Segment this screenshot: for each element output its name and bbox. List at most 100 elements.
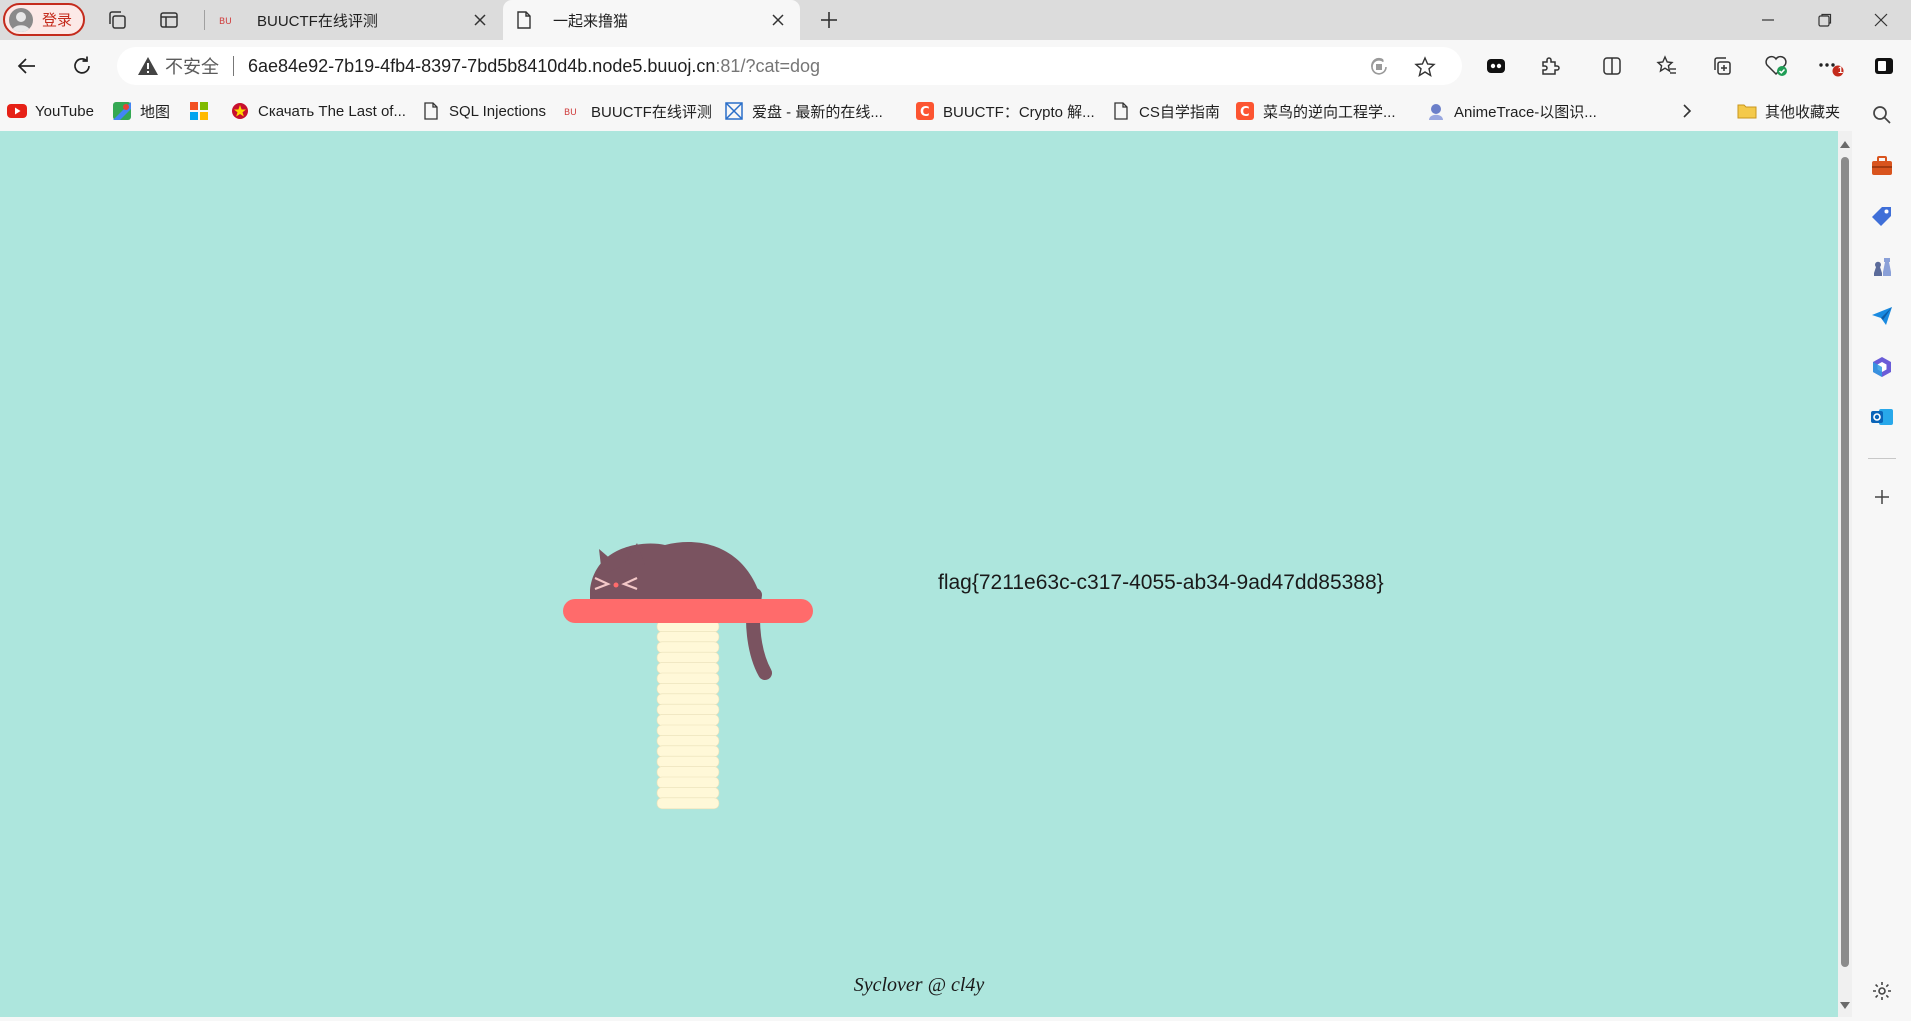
profile-label: 登录 [42,12,73,29]
insecure-label[interactable]: 不安全 [165,53,219,79]
tab-title: BUUCTF在线评测 [257,12,378,30]
bookmark-crypto[interactable]: C BUUCTF：Crypto 解... [915,100,1095,122]
notification-badge: 1 [1838,65,1844,75]
restore-button[interactable] [1797,0,1853,40]
page-viewport: flag{7211e63c-c317-4055-ab34-9ad47dd8538… [0,131,1838,1017]
scrollbar-thumb[interactable] [1841,157,1849,967]
post-segment [656,693,720,706]
bookmark-reverse-engineering[interactable]: C 菜鸟的逆向工程学... [1235,100,1396,122]
bookmark-label: SQL Injections [449,102,546,120]
bookmark-sql-injections[interactable]: SQL Injections [421,100,546,122]
svg-text:C: C [920,105,930,120]
bookmark-animetrace[interactable]: AnimeTrace-以图识... [1426,100,1597,122]
bookmark-buuctf[interactable]: BU BUUCTF在线评测 [563,100,712,122]
footer-credit: Syclover @ cl4y [853,974,985,996]
close-window-button[interactable] [1853,0,1909,40]
post-segment [656,714,720,726]
tab-buuctf[interactable]: BU BUUCTF在线评测 [207,0,502,40]
svg-text:BU: BU [219,17,232,27]
outlook-icon[interactable] [1868,403,1896,431]
bookmark-youtube[interactable]: YouTube [7,100,94,122]
collections-icon[interactable] [1704,48,1740,84]
scroll-up-arrow-icon[interactable] [1840,141,1850,148]
perch [563,599,813,623]
close-icon[interactable] [766,8,790,32]
post-segment [656,651,720,664]
tab-actions-icon[interactable] [155,6,183,34]
profile-button[interactable]: 登录 [3,3,85,36]
favorites-icon[interactable] [1649,48,1685,84]
edge-sidebar [1852,91,1911,1021]
search-icon[interactable] [1868,101,1896,129]
bookmark-maps[interactable]: 地图 [112,100,170,122]
browser-essentials-icon[interactable] [1758,48,1794,84]
url-path[interactable]: :81/?cat=dog [715,56,820,77]
copilot-icon[interactable] [1868,353,1896,381]
refresh-button[interactable] [64,48,100,84]
coupon-tag-icon[interactable] [1868,202,1896,230]
bookmark-label: BUUCTF在线评测 [591,103,712,121]
post-segment [656,787,720,799]
bookmark-cs-guide[interactable]: CS自学指南 [1111,100,1220,122]
svg-text:C: C [1240,105,1250,120]
scratching-post [656,620,720,810]
bookmark-label: Скачать The Last of... [258,102,406,120]
minimize-button[interactable] [1740,0,1796,40]
svg-text:BU: BU [564,108,577,118]
sidebar-separator [1868,458,1896,459]
workspaces-icon[interactable] [103,6,131,34]
scroll-down-arrow-icon[interactable] [1840,1002,1850,1009]
split-screen-icon[interactable] [1594,48,1630,84]
avatar [9,7,33,32]
bookmark-label: YouTube [35,102,94,120]
new-tab-icon[interactable] [815,6,843,34]
buuctf-icon: BU [563,101,583,121]
sidebar-toggle-icon[interactable] [1866,48,1902,84]
emblem-icon [230,101,250,121]
maps-icon [112,101,132,121]
address-bar[interactable]: 不安全 6ae84e92-7b19-4fb4-8397-7bd5b8410d4b… [117,47,1462,85]
page-scrollbar[interactable] [1838,131,1852,1017]
post-segment [656,703,720,716]
csdn-icon: C [1235,101,1255,121]
cat-body [590,542,760,603]
bookmark-aipan[interactable]: 爱盘 - 最新的在线... [724,100,883,122]
extension-game-icon[interactable] [1478,48,1514,84]
shopping-icon[interactable] [1868,152,1896,180]
warning-icon[interactable] [137,55,159,77]
page-icon [515,11,533,29]
settings-gear-icon[interactable] [1868,977,1896,1005]
games-chess-icon[interactable] [1868,252,1896,280]
extensions-icon[interactable] [1532,48,1568,84]
post-segment [656,662,720,674]
bookmark-label: 其他收藏夹 [1765,103,1841,121]
close-icon[interactable] [468,8,492,32]
post-segment [656,641,720,654]
post-segment [656,724,720,737]
bookmark-label: CS自学指南 [1139,103,1220,121]
page-icon [1111,101,1131,121]
bookmark-other-folder[interactable]: 其他收藏夹 [1737,100,1840,122]
post-segment [656,672,720,685]
post-segment [656,735,720,747]
post-segment [656,755,720,768]
send-icon[interactable] [1868,302,1896,330]
favorite-star-icon[interactable] [1413,55,1437,79]
url-host[interactable]: 6ae84e92-7b19-4fb4-8397-7bd5b8410d4b.nod… [248,56,715,77]
bookmark-microsoft[interactable] [189,100,217,122]
youtube-icon [7,101,27,121]
tab-title: 一起来撸猫 [553,12,629,30]
translate-icon[interactable] [1367,55,1391,79]
add-icon[interactable] [1868,483,1896,511]
address-divider [233,56,234,76]
folder-icon [1737,101,1757,121]
back-button[interactable] [9,48,45,84]
post-segment [656,766,720,778]
tab-strip: 登录 BU BUUCTF在线评测 一起来撸猫 [0,0,1911,40]
bookmarks-overflow-chevron-icon[interactable] [1680,100,1694,122]
bookmark-last-of-us[interactable]: Скачать The Last of... [230,100,406,122]
tab-cat[interactable]: 一起来撸猫 [503,0,800,40]
tab-separator [204,10,205,30]
more-menu-icon[interactable]: 1 [1812,48,1848,84]
anime-icon [1426,101,1446,121]
